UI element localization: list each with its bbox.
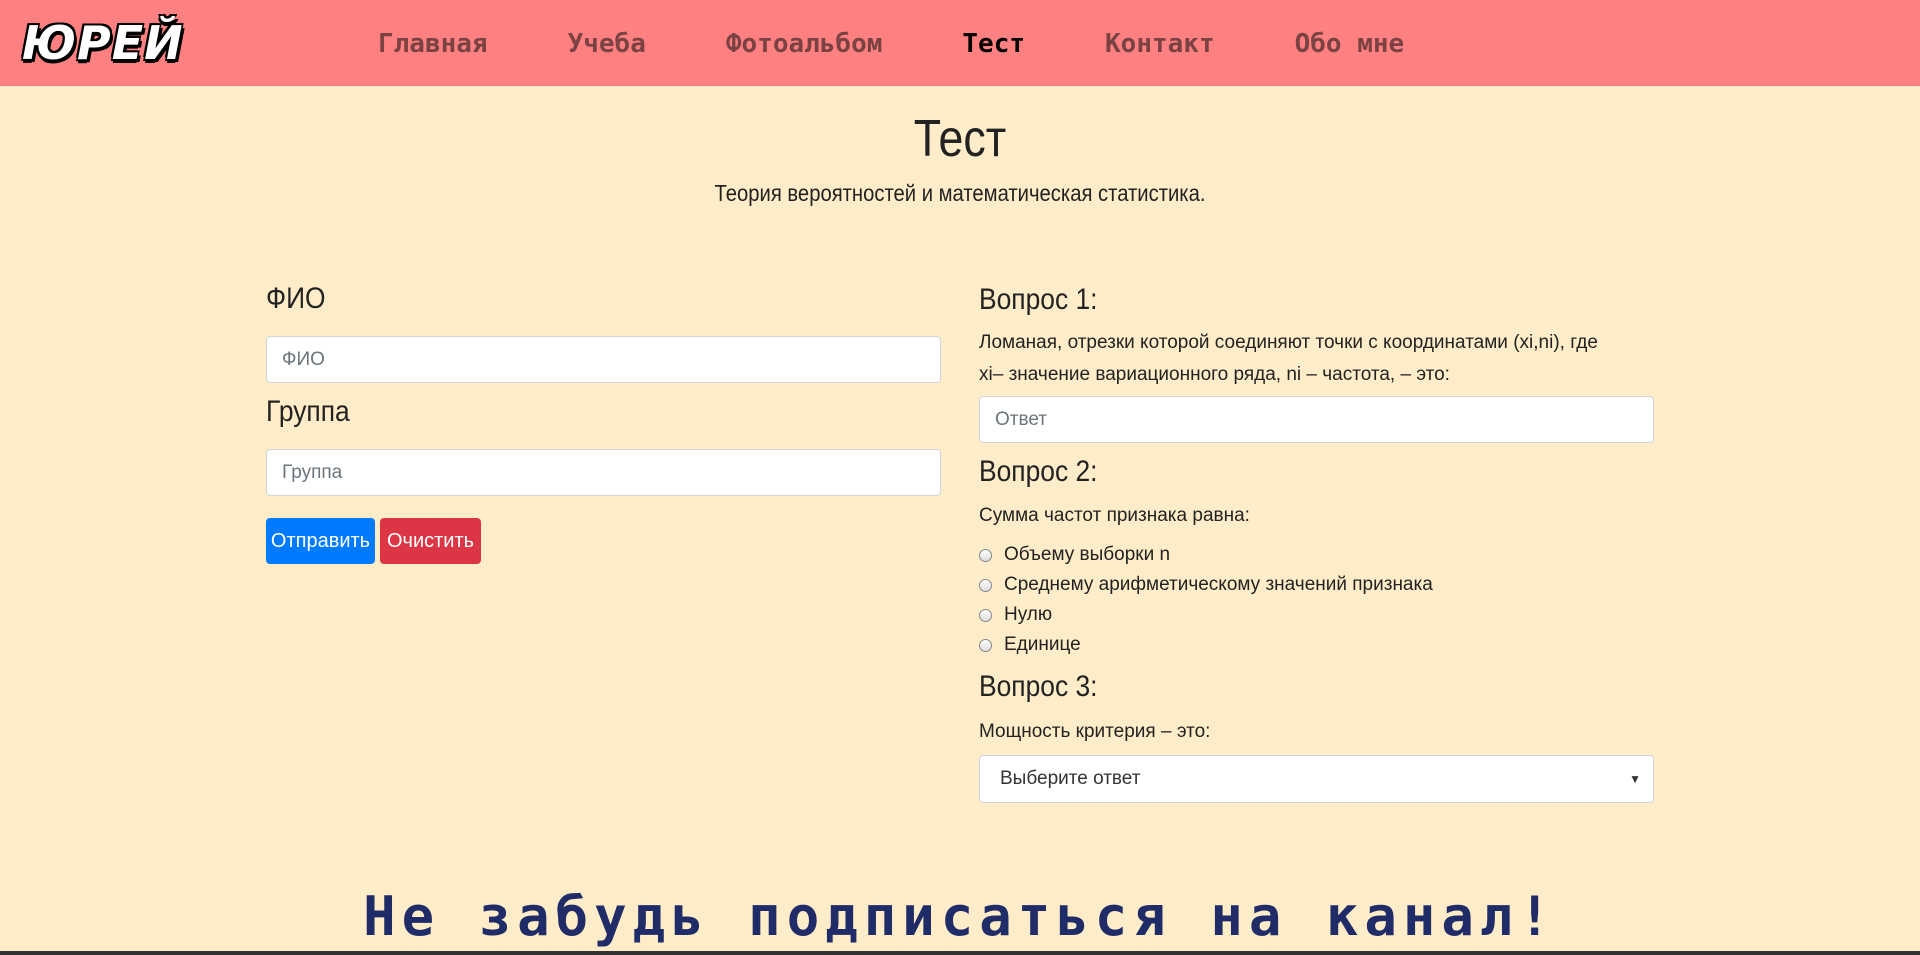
- select-value: Выберите ответ: [1000, 768, 1141, 789]
- clear-button[interactable]: Очистить: [380, 518, 481, 564]
- subscribe-banner: Не забудь подписаться на канал!: [363, 885, 1557, 948]
- nav-item-test[interactable]: Тест: [962, 26, 1025, 62]
- radio-button[interactable]: [979, 578, 992, 592]
- nav-item-about[interactable]: Обо мне: [1295, 26, 1405, 62]
- radio-button[interactable]: [979, 638, 992, 652]
- page-subtitle: Теория вероятностей и математическая ста…: [714, 180, 1206, 206]
- question-2-option[interactable]: Нулю: [979, 600, 1433, 630]
- question-2-option[interactable]: Среднему арифметическому значений призна…: [979, 570, 1433, 600]
- question-2-title: Вопрос 2:: [979, 455, 1098, 488]
- nav-item-home[interactable]: Главная: [378, 26, 488, 62]
- bottom-divider: [0, 951, 1920, 955]
- group-label: Группа: [266, 395, 350, 428]
- nav-item-contact[interactable]: Контакт: [1105, 26, 1215, 62]
- option-label: Нулю: [1004, 604, 1053, 625]
- question-1-text: Ломаная, отрезки которой соединяют точки…: [979, 332, 1598, 385]
- fio-label: ФИО: [266, 282, 326, 315]
- chevron-down-icon: ▼: [1629, 772, 1641, 786]
- fio-input[interactable]: [266, 336, 941, 383]
- nav-item-photoalbum[interactable]: Фотоальбом: [726, 26, 883, 62]
- group-input[interactable]: [266, 449, 941, 496]
- page-title: Тест: [913, 110, 1007, 168]
- question-2-text: Сумма частот признака равна:: [979, 505, 1250, 526]
- question-2-option[interactable]: Объему выборки n: [979, 540, 1433, 570]
- nav-item-study[interactable]: Учеба: [568, 26, 646, 62]
- question-2-option[interactable]: Единице: [979, 630, 1433, 660]
- radio-button[interactable]: [979, 548, 992, 562]
- navbar: ЮРЕЙ Главная Учеба Фотоальбом Тест Конта…: [0, 0, 1920, 86]
- main-nav: Главная Учеба Фотоальбом Тест Контакт Об…: [378, 26, 1404, 62]
- option-label: Объему выборки n: [1004, 544, 1171, 565]
- question-1-answer-input[interactable]: [979, 396, 1654, 443]
- logo[interactable]: ЮРЕЙ: [22, 14, 184, 72]
- question-3-title: Вопрос 3:: [979, 670, 1098, 703]
- question-2-options: Объему выборки n Среднему арифметическом…: [979, 540, 1433, 660]
- radio-button[interactable]: [979, 608, 992, 622]
- submit-button[interactable]: Отправить: [266, 518, 375, 564]
- option-label: Среднему арифметическому значений призна…: [1004, 574, 1433, 595]
- option-label: Единице: [1004, 634, 1081, 655]
- question-3-select[interactable]: Выберите ответ ▼: [979, 755, 1654, 803]
- question-3-text: Мощность критерия – это:: [979, 721, 1211, 742]
- question-1-title: Вопрос 1:: [979, 283, 1098, 316]
